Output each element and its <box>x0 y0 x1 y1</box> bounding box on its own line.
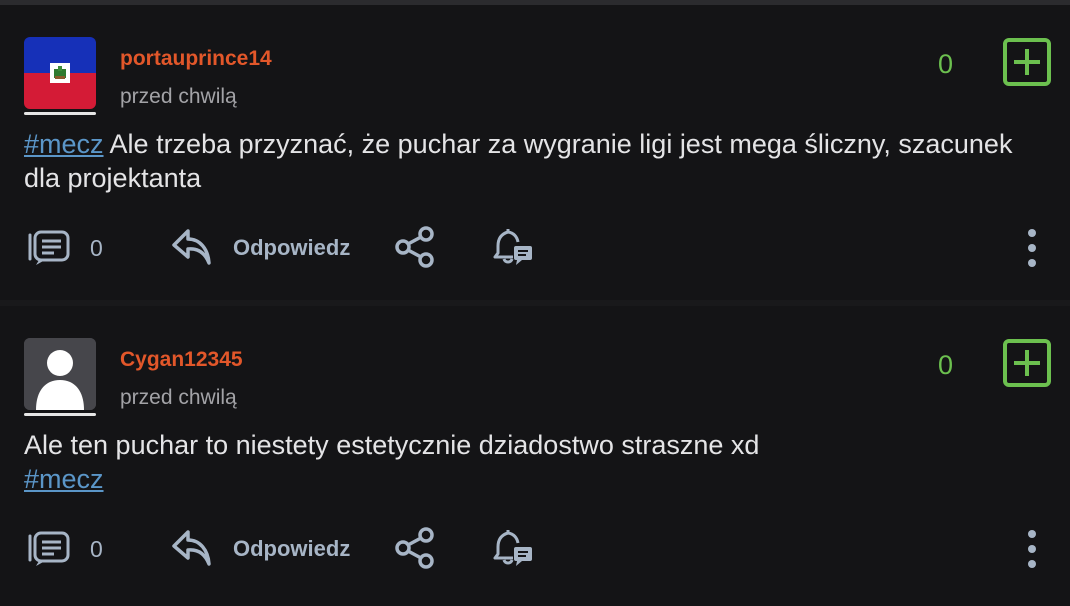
hashtag-link[interactable]: #mecz <box>24 464 104 494</box>
timestamp: przed chwilą <box>120 386 237 409</box>
avatar-underline <box>24 413 96 416</box>
comments-count[interactable]: 0 <box>90 536 103 563</box>
avatar-underline <box>24 112 96 115</box>
notification-bell-icon <box>493 530 532 566</box>
post-text: Ale ten puchar to niestety estetycznie d… <box>24 430 760 460</box>
observe-button[interactable] <box>490 225 534 269</box>
reply-icon <box>172 229 211 265</box>
more-vertical-icon <box>1028 229 1036 267</box>
post-body: Ale ten puchar to niestety estetycznie d… <box>24 428 1054 496</box>
more-options-button[interactable] <box>1020 227 1044 269</box>
comments-count[interactable]: 0 <box>90 235 103 262</box>
observe-button[interactable] <box>490 526 534 570</box>
default-user-avatar-icon <box>24 338 96 410</box>
username[interactable]: portauprince14 <box>120 47 272 71</box>
comments-icon <box>28 230 70 265</box>
reply-button[interactable] <box>170 526 214 570</box>
username[interactable]: Cygan12345 <box>120 348 243 372</box>
vote-score: 0 <box>938 49 954 79</box>
upvote-button[interactable] <box>1003 38 1051 86</box>
entry-post: Cygan12345 przed chwilą 0 Ale ten puchar… <box>0 306 1070 606</box>
notification-bell-icon <box>493 229 532 265</box>
share-icon <box>395 527 434 569</box>
entry-post: portauprince14 przed chwilą 0 #mecz Ale … <box>0 5 1070 300</box>
haiti-flag-icon <box>24 37 96 109</box>
avatar[interactable] <box>24 37 96 109</box>
plus-box-icon <box>1003 339 1051 387</box>
action-bar: 0 Odpowiedz <box>0 518 1070 578</box>
post-text: Ale trzeba przyznać, że puchar za wygran… <box>24 129 1013 193</box>
comments-button[interactable] <box>24 530 72 566</box>
reply-icon <box>172 530 211 566</box>
more-vertical-icon <box>1028 530 1036 568</box>
reply-button[interactable] <box>170 225 214 269</box>
hashtag-link[interactable]: #mecz <box>24 129 104 159</box>
share-button[interactable] <box>393 526 437 570</box>
more-options-button[interactable] <box>1020 528 1044 570</box>
share-button[interactable] <box>393 225 437 269</box>
reply-label[interactable]: Odpowiedz <box>233 536 350 562</box>
upvote-button[interactable] <box>1003 339 1051 387</box>
avatar[interactable] <box>24 338 96 410</box>
post-body: #mecz Ale trzeba przyznać, że puchar za … <box>24 127 1054 195</box>
plus-box-icon <box>1003 38 1051 86</box>
comments-button[interactable] <box>24 229 72 265</box>
share-icon <box>395 226 434 268</box>
comments-icon <box>28 531 70 566</box>
timestamp: przed chwilą <box>120 85 237 108</box>
reply-label[interactable]: Odpowiedz <box>233 235 350 261</box>
action-bar: 0 Odpowiedz <box>0 217 1070 277</box>
vote-score: 0 <box>938 350 954 380</box>
